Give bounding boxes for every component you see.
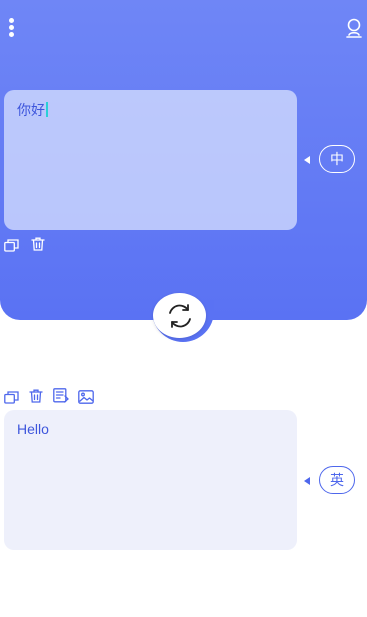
source-language-pointer-icon — [304, 156, 310, 164]
edit-note-icon[interactable] — [53, 388, 69, 407]
profile-icon[interactable] — [344, 17, 364, 39]
menu-icon[interactable] — [6, 16, 18, 40]
translated-text: Hello — [17, 421, 49, 437]
swap-languages-button[interactable] — [153, 293, 206, 338]
source-text: 你好 — [17, 100, 48, 120]
source-text-area[interactable]: 你好 — [4, 90, 297, 230]
copy-icon[interactable] — [4, 237, 19, 256]
trash-icon[interactable] — [31, 236, 45, 255]
copy-icon[interactable] — [4, 389, 19, 408]
image-icon[interactable] — [78, 389, 94, 408]
target-language-pointer-icon — [304, 477, 310, 485]
trash-icon[interactable] — [29, 388, 43, 407]
source-language-button[interactable]: 中 — [319, 145, 355, 173]
text-cursor — [46, 102, 48, 117]
target-text-area: Hello — [4, 410, 297, 550]
target-language-button[interactable]: 英 — [319, 466, 355, 494]
swap-refresh-icon — [168, 303, 191, 328]
